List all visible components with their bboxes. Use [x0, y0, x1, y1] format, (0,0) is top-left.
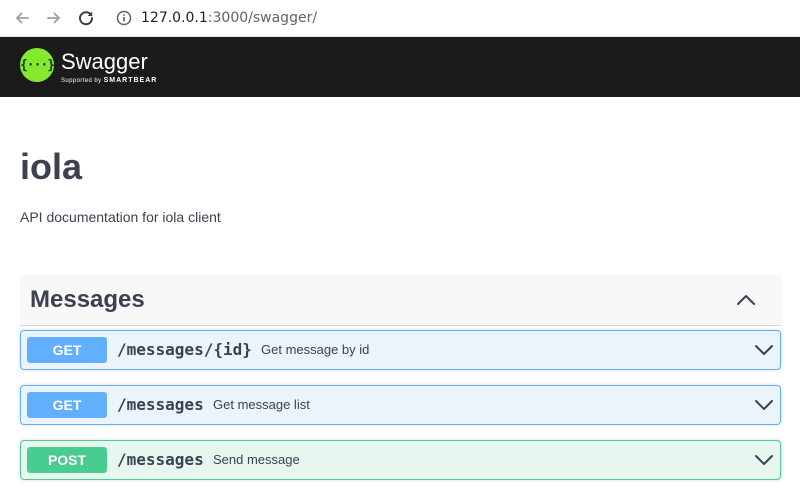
chevron-down-icon[interactable]: [754, 452, 774, 468]
method-badge: GET: [27, 392, 107, 418]
reload-button[interactable]: [75, 7, 97, 29]
company-name: SMARTBEAR: [103, 77, 158, 84]
swagger-topbar: {···} Swagger Supported by SMARTBEAR: [0, 37, 800, 97]
forward-button[interactable]: [43, 7, 65, 29]
method-badge: GET: [27, 337, 107, 363]
browser-toolbar: 127.0.0.1:3000/swagger/: [0, 0, 800, 37]
operation-path: /messages/{id}: [117, 340, 252, 359]
chevron-down-icon[interactable]: [754, 342, 774, 358]
url-path: :3000/swagger/: [207, 10, 318, 26]
operation-get-message-list[interactable]: GET /messages Get message list: [20, 385, 781, 425]
logo-symbol: {···}: [19, 57, 55, 73]
method-badge: POST: [27, 447, 107, 473]
chevron-down-icon[interactable]: [754, 397, 774, 413]
supported-by-text: Supported by: [61, 78, 102, 84]
operation-post-send-message[interactable]: POST /messages Send message: [20, 440, 781, 480]
swagger-logo-icon[interactable]: {···}: [19, 48, 55, 82]
info-icon[interactable]: [116, 10, 132, 26]
reload-icon: [79, 11, 94, 26]
chevron-up-icon[interactable]: [734, 289, 758, 311]
address-bar[interactable]: 127.0.0.1:3000/swagger/: [116, 8, 317, 28]
forward-arrow-icon: [47, 12, 60, 24]
url-host: 127.0.0.1: [141, 10, 208, 26]
brand-tagline: Supported by SMARTBEAR: [61, 77, 157, 85]
operation-path: /messages: [117, 450, 204, 469]
tag-section-header[interactable]: Messages: [20, 275, 782, 326]
back-button[interactable]: [11, 7, 33, 29]
api-description: API documentation for iola client: [20, 209, 221, 225]
operation-summary: Get message list: [213, 397, 310, 412]
back-arrow-icon: [16, 12, 29, 24]
tag-name: Messages: [30, 286, 145, 313]
operation-path: /messages: [117, 395, 204, 414]
brand-name: Swagger: [61, 49, 148, 74]
operation-get-message-by-id[interactable]: GET /messages/{id} Get message by id: [20, 330, 781, 370]
operation-summary: Get message by id: [261, 342, 370, 357]
operation-summary: Send message: [213, 452, 300, 467]
api-title: iola: [20, 146, 83, 187]
